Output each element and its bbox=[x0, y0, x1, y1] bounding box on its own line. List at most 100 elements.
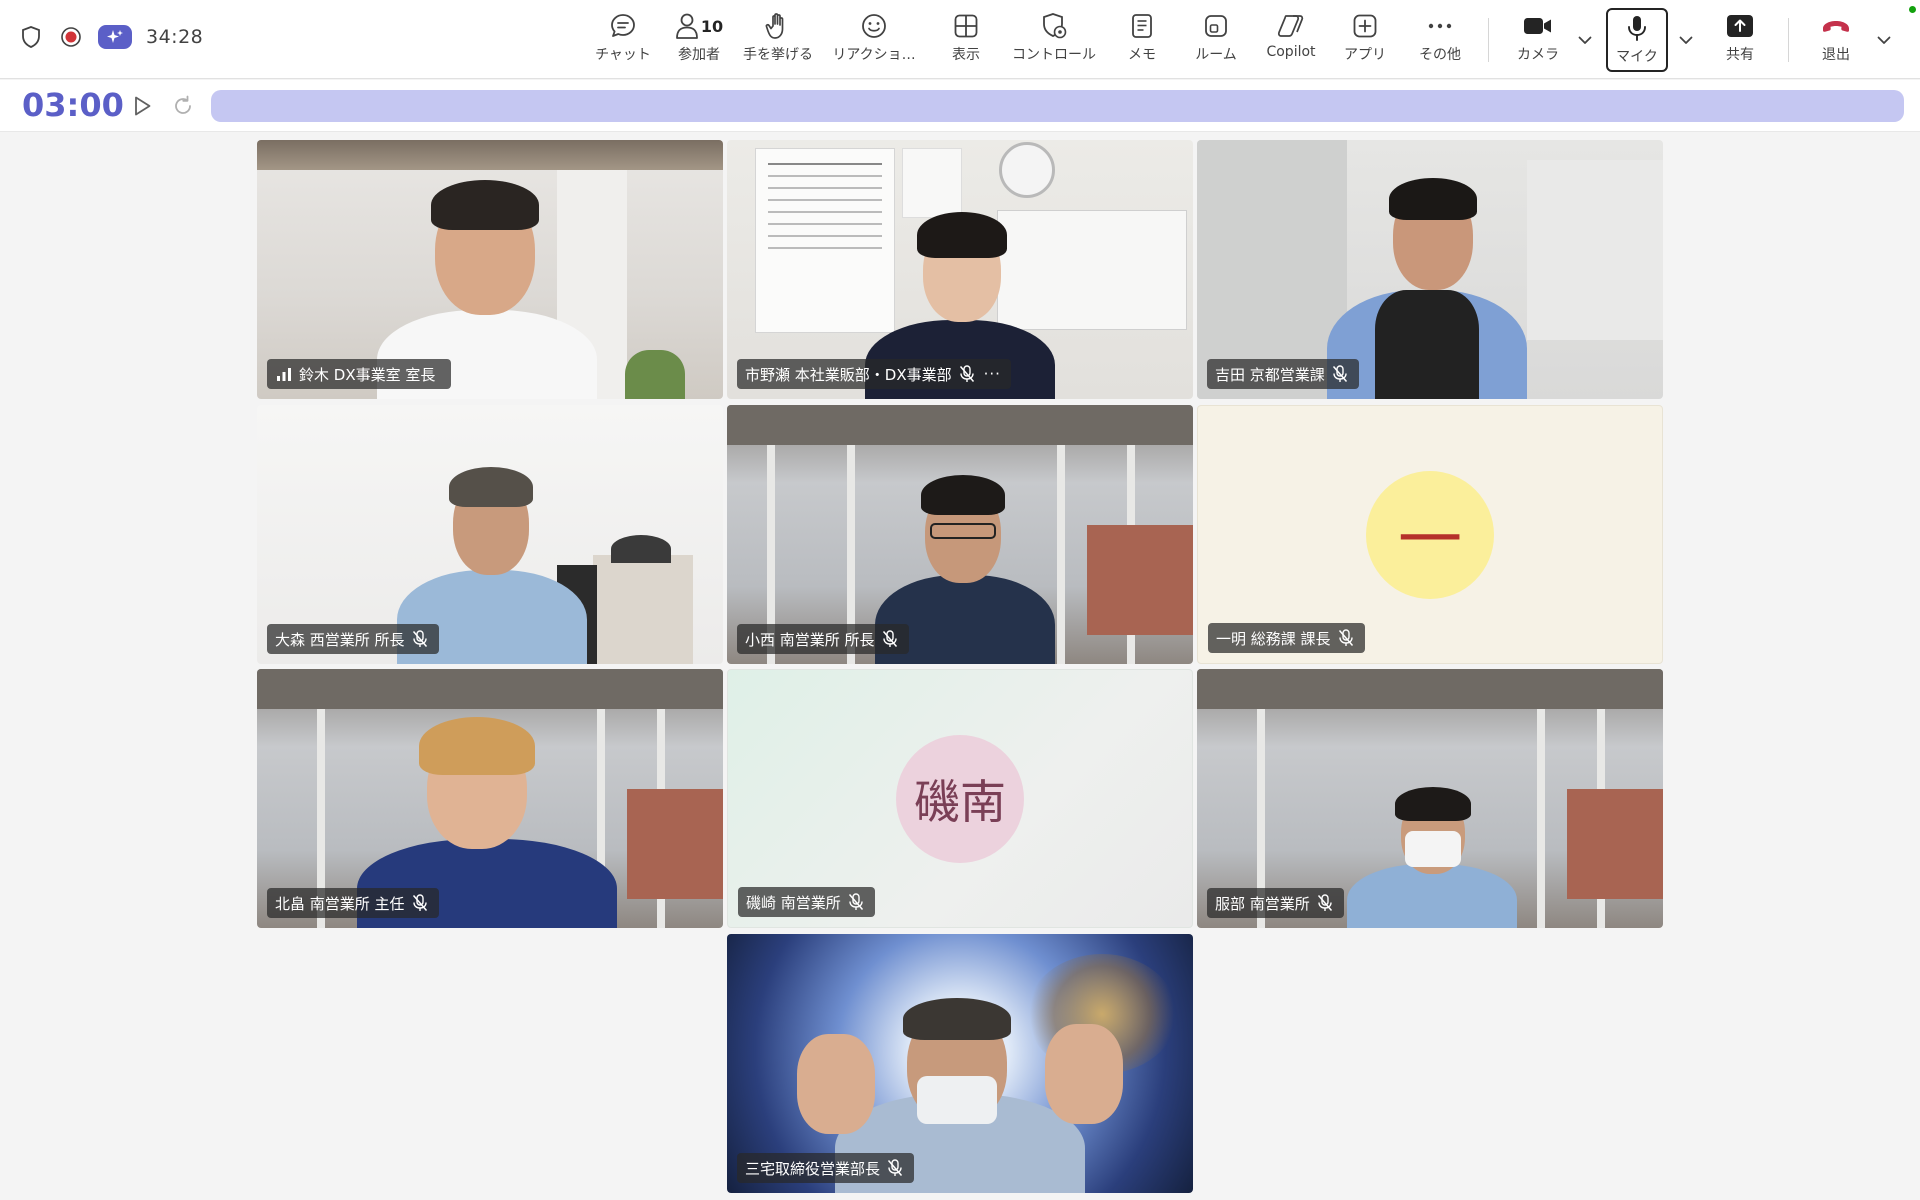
ceiling bbox=[727, 405, 1193, 445]
mic-label: マイク bbox=[1616, 49, 1658, 65]
participant-hair bbox=[903, 998, 1011, 1040]
participant-hair bbox=[1389, 178, 1477, 220]
face-mask bbox=[917, 1076, 997, 1124]
building bbox=[1567, 789, 1663, 899]
participant-nametag: 北畠 南営業所 主任 bbox=[267, 888, 439, 918]
person-icon bbox=[675, 13, 698, 39]
participant-vest bbox=[1375, 290, 1479, 399]
copilot-sparkle-icon[interactable] bbox=[98, 25, 132, 49]
reactions-button[interactable]: リアクショ… bbox=[824, 10, 924, 70]
leave-label: 退出 bbox=[1822, 47, 1850, 63]
recording-icon[interactable] bbox=[58, 24, 84, 50]
participant-nametag: 磯崎 南営業所 bbox=[738, 887, 875, 917]
timer-progress-bar bbox=[211, 90, 1904, 122]
participant-name: 三宅取締役営業部長 bbox=[745, 1159, 881, 1178]
ceiling bbox=[1197, 669, 1663, 709]
video-tile[interactable]: 吉田 京都営業課 bbox=[1197, 140, 1663, 399]
add-app-icon bbox=[1352, 10, 1378, 42]
video-tile[interactable]: 大森 西営業所 所長 bbox=[257, 405, 723, 664]
raise-hand-button[interactable]: 手を挙げる bbox=[738, 10, 818, 70]
hat bbox=[611, 535, 671, 563]
face-mask bbox=[1405, 831, 1461, 867]
chat-button[interactable]: チャット bbox=[587, 10, 659, 70]
toolbar-divider bbox=[1788, 18, 1789, 62]
leave-button[interactable]: 退出 bbox=[1804, 10, 1868, 70]
video-tile[interactable]: 三宅取締役営業部長 bbox=[727, 934, 1193, 1193]
participants-count: 10 bbox=[700, 16, 724, 36]
participant-hair bbox=[449, 467, 533, 507]
participants-label: 参加者 bbox=[678, 47, 720, 63]
more-label: その他 bbox=[1419, 47, 1461, 63]
notes-icon bbox=[1130, 10, 1154, 42]
hang-up-icon bbox=[1821, 10, 1851, 42]
participant-hair bbox=[917, 212, 1007, 258]
wall-clock bbox=[999, 142, 1055, 198]
participants-button[interactable]: 10 参加者 bbox=[663, 10, 735, 70]
meeting-toolbar: 34:28 チャット 10 参加者 手を挙げる リアクショ… 表示 コントロール… bbox=[0, 0, 1920, 79]
shield-icon[interactable] bbox=[18, 24, 44, 50]
participant-name: 吉田 京都営業課 bbox=[1215, 365, 1325, 384]
participant-nametag: 三宅取締役営業部長 bbox=[737, 1153, 915, 1183]
share-button[interactable]: 共有 bbox=[1708, 10, 1772, 70]
grid-view-icon bbox=[953, 10, 979, 42]
participant-name: 磯崎 南営業所 bbox=[746, 893, 841, 912]
camera-button[interactable]: カメラ bbox=[1504, 10, 1572, 70]
apps-button[interactable]: アプリ bbox=[1334, 10, 1396, 70]
mic-options-chevron-icon[interactable] bbox=[1676, 30, 1696, 50]
controls-button[interactable]: コントロール bbox=[1004, 10, 1104, 70]
video-tile[interactable]: 磯南 磯崎 南営業所 bbox=[727, 669, 1193, 928]
raise-hand-label: 手を挙げる bbox=[743, 47, 813, 63]
rooms-button[interactable]: ルーム bbox=[1184, 10, 1248, 70]
chat-label: チャット bbox=[595, 47, 651, 63]
more-button[interactable]: その他 bbox=[1408, 10, 1472, 70]
reset-icon[interactable] bbox=[171, 94, 195, 118]
copilot-button[interactable]: Copilot bbox=[1256, 10, 1326, 70]
participant-hair bbox=[1395, 787, 1471, 821]
camera-options-chevron-icon[interactable] bbox=[1575, 30, 1595, 50]
building bbox=[627, 789, 723, 899]
building bbox=[1087, 525, 1193, 635]
ceiling bbox=[257, 669, 723, 709]
avatar-initials: 一 bbox=[1398, 503, 1462, 578]
mic-button[interactable]: マイク bbox=[1606, 8, 1668, 72]
participant-nametag: 吉田 京都営業課 bbox=[1207, 359, 1359, 389]
presence-dot bbox=[1909, 6, 1916, 13]
participant-avatar: 一 bbox=[1366, 470, 1494, 599]
video-tile[interactable]: 一 一明 総務課 課長 bbox=[1197, 405, 1663, 664]
more-options-icon[interactable]: ··· bbox=[984, 365, 1001, 383]
notes-button[interactable]: メモ bbox=[1110, 10, 1174, 70]
participant-name: 大森 西営業所 所長 bbox=[275, 630, 405, 649]
play-icon[interactable] bbox=[130, 94, 154, 118]
video-tile[interactable]: 服部 南営業所 bbox=[1197, 669, 1663, 928]
share-label: 共有 bbox=[1726, 47, 1754, 63]
participant-name: 鈴木 DX事業室 室長 bbox=[299, 365, 436, 384]
glasses bbox=[930, 523, 996, 539]
mic-off-icon bbox=[411, 894, 429, 912]
video-tile[interactable]: 鈴木 DX事業室 室長 bbox=[257, 140, 723, 399]
mic-off-icon bbox=[847, 893, 865, 911]
mic-off-icon bbox=[1331, 365, 1349, 383]
mic-off-icon bbox=[958, 365, 976, 383]
toolbar-divider bbox=[1488, 18, 1489, 62]
mic-off-icon bbox=[1337, 629, 1355, 647]
participant-nametag: 一明 総務課 課長 bbox=[1208, 623, 1365, 653]
ceiling bbox=[257, 140, 723, 170]
window-frame bbox=[1537, 709, 1545, 928]
mic-off-icon bbox=[886, 1159, 904, 1177]
camera-label: カメラ bbox=[1517, 47, 1559, 63]
smiley-icon bbox=[860, 10, 888, 42]
right-hand bbox=[1045, 1024, 1123, 1124]
mic-off-icon bbox=[1316, 894, 1334, 912]
leave-options-chevron-icon[interactable] bbox=[1874, 30, 1894, 50]
whiteboard bbox=[997, 210, 1187, 330]
mic-off-icon bbox=[411, 630, 429, 648]
video-tile[interactable]: 北畠 南営業所 主任 bbox=[257, 669, 723, 928]
view-label: 表示 bbox=[952, 47, 980, 63]
timer-bar: 03:00 bbox=[0, 80, 1920, 132]
view-button[interactable]: 表示 bbox=[934, 10, 998, 70]
rooms-label: ルーム bbox=[1195, 47, 1237, 63]
blurred-background bbox=[1527, 160, 1663, 340]
video-tile[interactable]: 市野瀬 本社業販部・DX事業部 ··· bbox=[727, 140, 1193, 399]
share-screen-icon bbox=[1726, 10, 1754, 42]
video-tile[interactable]: 小西 南営業所 所長 bbox=[727, 405, 1193, 664]
